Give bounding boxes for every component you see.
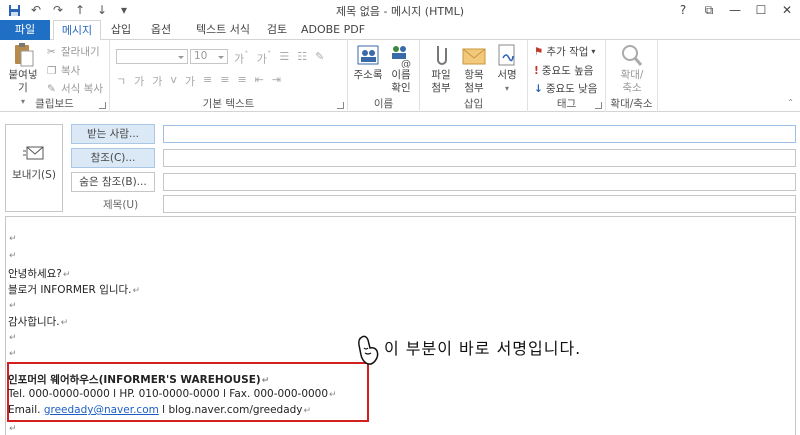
ribbon: 붙여넣기 ▾ ✂ 잘라내기 ❐ 복사 ✎ 서식 복사 클립보드 10 가ˆ 가ˇ… <box>0 40 800 112</box>
signature-contact: Email. greedady@naver.com l blog.naver.c… <box>8 404 312 416</box>
send-button[interactable]: 보내기(S) <box>5 124 63 212</box>
signature-dropdown-icon[interactable]: ▾ <box>492 82 522 95</box>
check-names-icon: @ <box>387 42 415 70</box>
body-empty-line: ↵ <box>9 234 17 244</box>
annotation-text: 이 부분이 바로 서명입니다. <box>384 339 582 358</box>
zoom-group: 확대/ 축소 확대/축소 <box>606 40 658 112</box>
grow-font-icon[interactable]: 가ˆ <box>234 50 249 67</box>
title-bar: ↶ ↷ ↑ ↓ ▾ 제목 없음 - 메시지 (HTML) ? ⧉ — ☐ ✕ <box>0 0 800 20</box>
cc-button[interactable]: 참조(C)... <box>71 148 155 168</box>
minimize-button[interactable]: — <box>722 0 748 20</box>
tab-review[interactable]: 검토 <box>262 20 292 40</box>
attach-item-button[interactable]: 항목 첨부 <box>458 42 490 95</box>
send-envelope-icon <box>23 145 45 161</box>
signature-phones: Tel. 000-0000-0000 l HP. 010-0000-0000 l… <box>8 388 337 400</box>
attach-file-button[interactable]: 파일 첨부 <box>426 42 456 95</box>
body-empty-line: ↵ <box>9 424 17 434</box>
tab-message[interactable]: 메시지 <box>53 20 101 41</box>
body-empty-line: ↵ <box>9 301 17 311</box>
align-center-icon[interactable]: ≡ <box>220 73 229 89</box>
body-intro: 블로거 INFORMER 입니다.↵ <box>8 284 141 296</box>
to-field[interactable] <box>163 125 796 143</box>
cut-button[interactable]: ✂ 잘라내기 <box>47 44 100 59</box>
magnifier-icon <box>618 42 646 68</box>
outdent-icon[interactable]: ⇤ <box>255 73 264 89</box>
bcc-button[interactable]: 숨은 참조(B)... <box>71 172 155 192</box>
tags-launcher-icon[interactable] <box>595 102 602 109</box>
shrink-font-icon[interactable]: 가ˇ <box>257 50 272 67</box>
to-button[interactable]: 받는 사람... <box>71 124 155 144</box>
tab-options[interactable]: 옵션 <box>146 20 176 40</box>
paperclip-icon <box>427 42 455 68</box>
flag-icon: ⚑ <box>534 45 544 58</box>
tab-adobe-pdf[interactable]: ADOBE PDF <box>300 20 366 40</box>
body-thanks: 감사합니다.↵ <box>8 316 69 328</box>
paste-icon <box>9 42 37 68</box>
envelope-icon <box>460 42 488 68</box>
follow-up-button[interactable]: ⚑ 추가 작업 ▾ <box>534 44 595 59</box>
clipboard-launcher-icon[interactable] <box>99 102 106 109</box>
maximize-button[interactable]: ☐ <box>748 0 774 20</box>
copy-icon: ❐ <box>47 65 57 77</box>
tab-format-text[interactable]: 텍스트 서식 <box>190 20 256 40</box>
window-controls: ? ⧉ — ☐ ✕ <box>670 0 800 20</box>
address-book-button[interactable]: 주소록 <box>352 42 384 82</box>
help-button[interactable]: ? <box>670 0 696 20</box>
align-left-icon[interactable]: ≡ <box>203 73 212 89</box>
exclamation-icon: ! <box>534 64 539 77</box>
font-color-icon[interactable]: 가 <box>185 73 195 89</box>
svg-text:@: @ <box>401 59 411 68</box>
bold-icon[interactable]: ㄱ <box>116 73 126 89</box>
numbering-icon[interactable]: ☷ <box>297 50 307 67</box>
basic-text-launcher-icon[interactable] <box>337 102 344 109</box>
font-size-dropdown[interactable]: 10 <box>190 49 228 64</box>
subject-field[interactable] <box>163 195 796 213</box>
tab-insert[interactable]: 삽입 <box>106 20 136 40</box>
italic-icon[interactable]: 가 <box>134 73 144 89</box>
align-right-icon[interactable]: ≡ <box>237 73 246 89</box>
low-importance-button[interactable]: ↓ 중요도 낮음 <box>534 81 597 96</box>
indent-icon[interactable]: ⇥ <box>272 73 281 89</box>
bcc-field[interactable] <box>163 173 796 191</box>
font-name-dropdown[interactable] <box>116 49 188 64</box>
highlight-icon[interactable]: ⅴ <box>170 73 177 89</box>
pointing-hand-icon <box>355 334 381 368</box>
body-empty-line: ↵ <box>9 251 17 261</box>
body-empty-line: ↵ <box>9 349 17 359</box>
brush-icon: ✎ <box>47 83 56 95</box>
signature-button[interactable]: 서명 ▾ <box>492 42 522 95</box>
clear-format-icon[interactable]: ✎ <box>315 50 324 67</box>
tags-group: ⚑ 추가 작업 ▾ ! 중요도 높음 ↓ 중요도 낮음 태그 <box>528 40 606 112</box>
tab-file[interactable]: 파일 <box>0 20 50 40</box>
arrow-down-blue-icon: ↓ <box>534 82 543 95</box>
underline-icon[interactable]: 가 <box>152 73 162 89</box>
copy-button[interactable]: ❐ 복사 <box>47 63 80 78</box>
scissors-icon: ✂ <box>47 46 56 58</box>
clipboard-group: 붙여넣기 ▾ ✂ 잘라내기 ❐ 복사 ✎ 서식 복사 클립보드 <box>0 40 110 112</box>
signature-icon <box>493 42 521 68</box>
ribbon-tabs: 파일 메시지 삽입 옵션 텍스트 서식 검토 ADOBE PDF <box>0 20 800 41</box>
email-link[interactable]: greedady@naver.com <box>44 404 159 416</box>
body-greeting: 안녕하세요?↵ <box>8 268 71 280</box>
insert-group: 파일 첨부 항목 첨부 서명 ▾ 삽입 <box>420 40 528 112</box>
signature-name: 인포머의 웨어하우스(INFORMER'S WAREHOUSE)↵ <box>8 374 270 386</box>
format-painter-button[interactable]: ✎ 서식 복사 <box>47 81 103 96</box>
names-group: 주소록 @ 이름 확인 이름 <box>348 40 420 112</box>
ribbon-display-button[interactable]: ⧉ <box>696 0 722 20</box>
bullets-icon[interactable]: ☰ <box>279 50 289 67</box>
subject-label: 제목(U) <box>103 199 139 211</box>
body-empty-line: ↵ <box>9 333 17 343</box>
check-names-button[interactable]: @ 이름 확인 <box>386 42 416 95</box>
basic-text-group: 10 가ˆ 가ˇ ☰ ☷ ✎ ㄱ 가 가 ⅴ 가 ≡ ≡ ≡ ⇤ ⇥ 기본 텍스… <box>110 40 348 112</box>
address-book-icon <box>354 42 382 68</box>
high-importance-button[interactable]: ! 중요도 높음 <box>534 63 593 78</box>
collapse-ribbon-icon[interactable]: ⌃ <box>787 98 794 107</box>
zoom-button[interactable]: 확대/ 축소 <box>614 42 650 95</box>
cc-field[interactable] <box>163 149 796 167</box>
close-button[interactable]: ✕ <box>774 0 800 20</box>
